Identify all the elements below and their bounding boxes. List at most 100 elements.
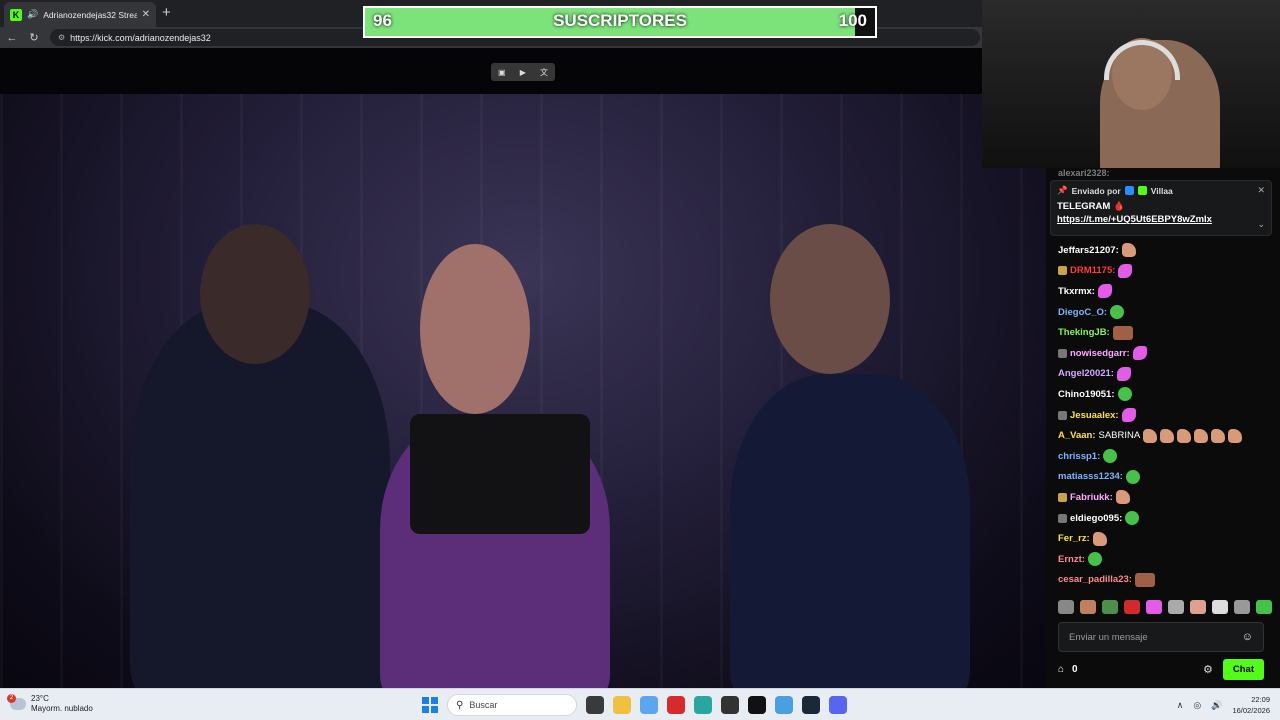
chat-send-button[interactable]: Chat: [1222, 658, 1264, 680]
emote-icon[interactable]: [1058, 600, 1074, 614]
chat-username[interactable]: eldiego095:: [1070, 513, 1122, 524]
clock[interactable]: 22:09 16/02/2026: [1232, 694, 1270, 716]
emote-icon: [1160, 428, 1175, 443]
app-icon[interactable]: [748, 696, 766, 714]
volume-icon[interactable]: 🔊: [1211, 700, 1222, 711]
chat-username[interactable]: Angel20021:: [1058, 368, 1114, 379]
windows-taskbar: 2 23°C Mayorm. nublado ⚲ Buscar ∧ ◎ 🔊 22…: [0, 688, 1280, 720]
chat-username[interactable]: Jesuaalex:: [1070, 410, 1119, 421]
video-player[interactable]: [0, 48, 1046, 691]
reload-icon[interactable]: ↻: [28, 31, 40, 44]
browser-tab[interactable]: K 🔊 Adrianozendejas32 Stream - Р ✕: [4, 2, 156, 27]
gear-icon[interactable]: ⚙: [1203, 663, 1213, 676]
edge-icon[interactable]: [694, 696, 712, 714]
emote-icon: [1134, 572, 1155, 587]
new-tab-icon[interactable]: +: [162, 4, 171, 21]
video-frame: [0, 94, 1046, 691]
emote-icon: [1177, 428, 1192, 443]
emote-icon: [1125, 511, 1140, 526]
chrome-icon[interactable]: [721, 696, 739, 714]
clock-date: 16/02/2026: [1232, 706, 1270, 715]
emote-icon: [1110, 305, 1125, 320]
emote-icon: [1118, 263, 1133, 278]
emoji-icon[interactable]: ☺: [1242, 631, 1253, 643]
chat-username[interactable]: nowisedgarr:: [1070, 348, 1130, 359]
tab-title: Adrianozendejas32 Stream - Р: [43, 9, 137, 20]
translate-icon[interactable]: 文: [540, 67, 548, 78]
pinned-link[interactable]: https://t.me/+UQ5Ut6EBPY8wZmlx: [1057, 214, 1265, 225]
speaker-icon[interactable]: 🔊: [27, 9, 38, 20]
windows-start-icon[interactable]: [422, 697, 438, 713]
emote-icon[interactable]: [1212, 600, 1228, 614]
pip-icon[interactable]: ▣: [498, 68, 506, 77]
emote-quick-bar: [1058, 600, 1272, 614]
chat-username[interactable]: A_Vaan:: [1058, 430, 1096, 441]
close-icon[interactable]: ✕: [142, 9, 150, 20]
chat-message: Ernzt:: [1058, 549, 1274, 570]
chat-username[interactable]: Ernzt:: [1058, 554, 1085, 565]
chevron-down-icon[interactable]: ⌄: [1257, 219, 1265, 230]
task-view-icon[interactable]: [586, 696, 604, 714]
taskbar-search[interactable]: ⚲ Buscar: [447, 694, 577, 716]
chat-message: Angel20021:: [1058, 364, 1274, 385]
emote-icon[interactable]: [1146, 600, 1162, 614]
chat-top-user: alexari2328:: [1058, 168, 1110, 178]
chat-input-placeholder: Enviar un mensaje: [1069, 631, 1148, 643]
chat-message: eldiego095:: [1058, 508, 1274, 529]
chat-input[interactable]: Enviar un mensaje ☺: [1058, 622, 1264, 652]
weather-widget[interactable]: 2 23°C Mayorm. nublado: [7, 694, 93, 714]
chat-username[interactable]: Tkxrmx:: [1058, 286, 1095, 297]
clock-time: 22:09: [1251, 695, 1270, 704]
chat-footer: ⌂ 0 ⚙ Chat: [1058, 658, 1264, 680]
notepad-icon[interactable]: [775, 696, 793, 714]
badge-icon: [1058, 266, 1067, 276]
cast-icon[interactable]: ▶: [520, 68, 526, 77]
pinned-sent-by: Enviado por: [1071, 185, 1121, 196]
chat-message: matiasss1234:: [1058, 467, 1274, 488]
app-icon[interactable]: [667, 696, 685, 714]
chat-message: DRM1175:: [1058, 261, 1274, 282]
chat-username[interactable]: Fabriukk:: [1070, 492, 1113, 503]
badge-icon: [1058, 513, 1067, 523]
chat-username[interactable]: Chino19051:: [1058, 389, 1115, 400]
chat-username[interactable]: chrissp1:: [1058, 451, 1100, 462]
unpin-icon[interactable]: ✕: [1257, 185, 1265, 196]
video-person-right: [730, 374, 970, 691]
chat-username[interactable]: cesar_padilla23:: [1058, 574, 1132, 585]
emote-icon[interactable]: [1080, 600, 1096, 614]
chat-message: Fabriukk:: [1058, 487, 1274, 508]
search-icon: ⚲: [456, 699, 464, 711]
wifi-icon[interactable]: ◎: [1193, 700, 1201, 711]
copilot-icon[interactable]: [640, 696, 658, 714]
pinned-sender[interactable]: Villaa: [1151, 186, 1173, 196]
chat-username[interactable]: ThekingJB:: [1058, 327, 1110, 338]
chat-username[interactable]: Jeffars21207:: [1058, 245, 1119, 256]
subscriber-goal-current: 96: [373, 11, 392, 30]
back-icon[interactable]: ←: [6, 32, 18, 44]
discord-icon[interactable]: [829, 696, 847, 714]
emote-icon[interactable]: [1234, 600, 1250, 614]
badge-icon: [1058, 492, 1067, 502]
chat-message: A_Vaan: SABRINA: [1058, 425, 1274, 446]
steam-icon[interactable]: [802, 696, 820, 714]
badge-icon: [1058, 348, 1067, 358]
site-info-icon[interactable]: ⚙: [58, 33, 65, 42]
store-button[interactable]: ⌂ 0: [1058, 664, 1078, 675]
chat-username[interactable]: DiegoC_O:: [1058, 307, 1107, 318]
chat-username[interactable]: Fer_rz:: [1058, 533, 1090, 544]
chevron-up-icon[interactable]: ∧: [1177, 700, 1184, 711]
notification-badge: 2: [7, 694, 16, 703]
chat-message: Fer_rz:: [1058, 528, 1274, 549]
emote-icon: [1121, 408, 1136, 423]
emote-icon[interactable]: [1256, 600, 1272, 614]
file-explorer-icon[interactable]: [613, 696, 631, 714]
emote-icon[interactable]: [1190, 600, 1206, 614]
emote-icon[interactable]: [1124, 600, 1140, 614]
emote-icon[interactable]: [1168, 600, 1184, 614]
url-text: https://kick.com/adrianozendejas32: [70, 32, 211, 43]
chat-username[interactable]: matiasss1234:: [1058, 471, 1123, 482]
emote-icon[interactable]: [1102, 600, 1118, 614]
subscriber-goal-bar: SUSCRIPTORES 96 100: [363, 6, 877, 38]
emote-icon: [1097, 284, 1112, 299]
chat-username[interactable]: DRM1175:: [1070, 265, 1115, 276]
